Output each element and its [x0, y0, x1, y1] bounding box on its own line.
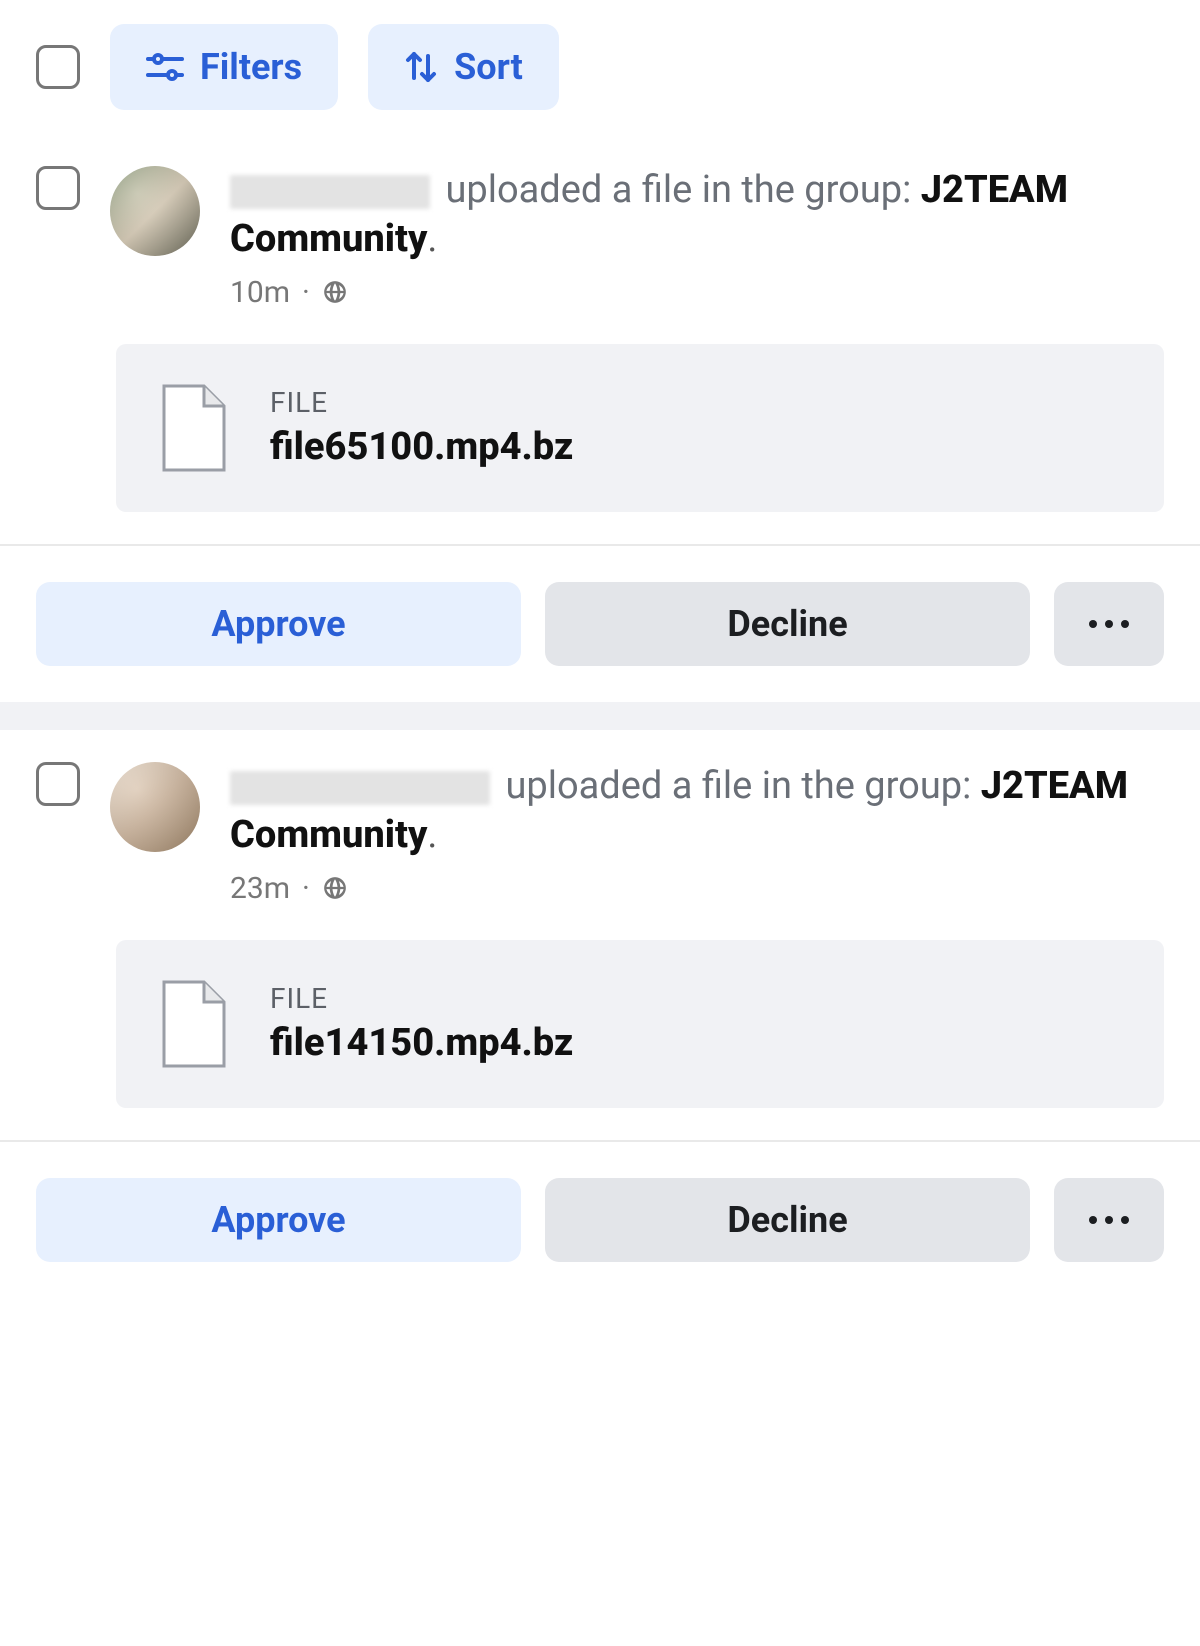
toolbar: Filters Sort [0, 0, 1200, 134]
file-icon [158, 978, 230, 1070]
sort-label: Sort [454, 46, 523, 88]
globe-icon [322, 279, 348, 305]
period: . [427, 217, 437, 261]
post-action-text: uploaded a file in the group: [445, 168, 911, 212]
section-gap [0, 702, 1200, 730]
more-button[interactable] [1054, 1178, 1164, 1262]
redacted-username [230, 771, 490, 805]
period: . [427, 813, 437, 857]
approve-button[interactable]: Approve [36, 582, 521, 666]
post-actions: Approve Decline [0, 1142, 1200, 1298]
post-checkbox[interactable] [36, 762, 80, 806]
filters-label: Filters [200, 46, 302, 88]
post-meta: 23m · [230, 871, 1164, 906]
pending-post: uploaded a file in the group: J2TEAM Com… [0, 730, 1200, 1108]
file-icon [158, 382, 230, 474]
filters-icon [146, 52, 184, 82]
decline-button[interactable]: Decline [545, 1178, 1030, 1262]
select-all-checkbox[interactable] [36, 45, 80, 89]
sort-button[interactable]: Sort [368, 24, 559, 110]
post-time: 10m [230, 275, 290, 310]
file-attachment[interactable]: FILE file65100.mp4.bz [116, 344, 1164, 512]
post-checkbox[interactable] [36, 166, 80, 210]
file-attachment[interactable]: FILE file14150.mp4.bz [116, 940, 1164, 1108]
file-info: FILE file65100.mp4.bz [270, 386, 573, 469]
post-actions: Approve Decline [0, 546, 1200, 702]
avatar[interactable] [110, 166, 200, 256]
file-name: file65100.mp4.bz [270, 425, 573, 469]
approve-button[interactable]: Approve [36, 1178, 521, 1262]
pending-post: uploaded a file in the group: J2TEAM Com… [0, 134, 1200, 512]
file-info: FILE file14150.mp4.bz [270, 982, 573, 1065]
file-name: file14150.mp4.bz [270, 1021, 573, 1065]
post-time: 23m [230, 871, 290, 906]
redacted-username [230, 175, 430, 209]
post-header: uploaded a file in the group: J2TEAM Com… [0, 134, 1200, 322]
post-action-text: uploaded a file in the group: [505, 764, 971, 808]
post-meta: 10m · [230, 275, 1164, 310]
file-label: FILE [270, 982, 573, 1015]
decline-label: Decline [727, 603, 847, 645]
post-title: uploaded a file in the group: J2TEAM Com… [230, 762, 1164, 861]
meta-separator: · [302, 275, 310, 310]
filters-button[interactable]: Filters [110, 24, 338, 110]
globe-icon [322, 875, 348, 901]
approve-label: Approve [211, 603, 345, 645]
decline-button[interactable]: Decline [545, 582, 1030, 666]
sort-icon [404, 50, 438, 84]
meta-separator: · [302, 871, 310, 906]
decline-label: Decline [727, 1199, 847, 1241]
file-label: FILE [270, 386, 573, 419]
more-button[interactable] [1054, 582, 1164, 666]
more-icon [1089, 1216, 1129, 1224]
post-title: uploaded a file in the group: J2TEAM Com… [230, 166, 1164, 265]
avatar[interactable] [110, 762, 200, 852]
more-icon [1089, 620, 1129, 628]
approve-label: Approve [211, 1199, 345, 1241]
post-header: uploaded a file in the group: J2TEAM Com… [0, 730, 1200, 918]
